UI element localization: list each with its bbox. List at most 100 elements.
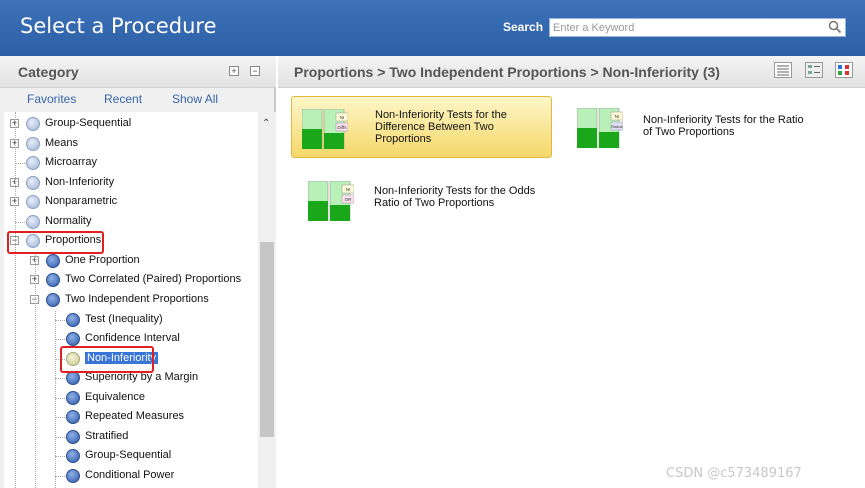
node-ball-icon — [26, 136, 40, 151]
procedure-title-line: Ratio of Two Proportions — [374, 197, 495, 209]
tree-item[interactable]: Microarray — [4, 154, 258, 173]
search-label: Search — [503, 20, 544, 34]
node-ball-icon — [66, 351, 80, 366]
node-ball-icon — [66, 410, 80, 425]
expand-all-button[interactable]: + — [229, 66, 239, 76]
tab-show-all[interactable]: Show All — [172, 92, 218, 106]
procedure-tag-2: OR — [345, 197, 353, 202]
node-ball-icon — [66, 449, 80, 464]
procedure-item[interactable]: NI OR Non-Inferiority Tests for the Odds… — [298, 169, 559, 231]
procedure-thumbnail-icon: NI OR — [308, 181, 354, 221]
node-ball-icon — [26, 117, 40, 131]
tree-item-label: Test (Inequality) — [85, 312, 163, 325]
tree-guide-line — [35, 251, 36, 488]
node-ball-icon — [26, 156, 40, 171]
node-ball-icon — [66, 390, 80, 405]
node-ball-icon — [46, 273, 60, 288]
category-tree: + Group-Sequential + Means Microarray + Non-In… — [4, 112, 258, 488]
tree-item[interactable]: + Means — [4, 135, 258, 154]
tree-item[interactable]: Conditional Power — [4, 467, 258, 486]
node-ball-icon — [26, 234, 40, 249]
scroll-up-icon[interactable]: ⌃ — [262, 118, 270, 129]
tree-item-label: Confidence Interval — [85, 332, 180, 345]
procedure-list: NI Diffs Non-Inferiority Tests for the D… — [278, 89, 865, 488]
procedure-header: Proportions > Two Independent Proportion… — [278, 56, 865, 88]
search-icon[interactable] — [828, 20, 842, 34]
node-ball-icon — [26, 214, 40, 229]
tree-item-label: Non-Inferiority — [45, 175, 115, 188]
tree-item-label: Two Independent Proportions — [65, 292, 209, 305]
procedure-tag-2: Ratios — [611, 124, 622, 129]
procedure-tag-1: NI — [615, 114, 620, 119]
watermark: CSDN @c573489167 — [666, 466, 802, 481]
header-bar: Select a Procedure Search — [0, 0, 865, 56]
procedure-title-line: Non-Inferiority Tests for the Odds — [374, 185, 536, 197]
breadcrumb: Proportions > Two Independent Proportion… — [294, 64, 720, 80]
procedure-tag-2: Diffs — [338, 125, 348, 130]
tree-item[interactable]: Group-Sequential — [4, 447, 258, 466]
tree-item[interactable]: Superiority by a Margin — [4, 369, 258, 388]
search-input[interactable] — [549, 18, 846, 37]
tree-scrollbar[interactable]: ⌃ — [258, 112, 276, 488]
node-ball-icon — [66, 371, 80, 386]
tree-item[interactable]: Test (Inequality) — [4, 311, 258, 330]
tree-item[interactable]: − Two Independent Proportions — [4, 291, 258, 310]
tree-item[interactable]: + Nonparametric — [4, 193, 258, 212]
tree-item-label: Non-Inferiority — [85, 351, 159, 364]
tree-item-label: Normality — [45, 214, 92, 227]
collapse-all-button[interactable]: − — [250, 66, 260, 76]
node-ball-icon — [46, 253, 60, 268]
tree-item[interactable]: − Proportions — [4, 232, 258, 251]
node-ball-icon — [66, 312, 80, 327]
chart-view-icon[interactable] — [835, 62, 853, 78]
node-ball-icon — [66, 332, 80, 347]
tree-item-label: Means — [45, 136, 79, 149]
tree-item[interactable]: + Two Correlated (Paired) Proportions — [4, 271, 258, 290]
procedure-title-line: Proportions — [375, 133, 432, 145]
tree-item[interactable]: + One Proportion — [4, 252, 258, 271]
tree-item[interactable]: Normality — [4, 213, 258, 232]
procedure-thumbnail-icon: NI Ratios — [577, 108, 623, 148]
tree-item-label: Superiority by a Margin — [85, 371, 199, 384]
tree-item[interactable]: Non-Inferiority — [4, 350, 258, 369]
node-ball-icon — [26, 195, 40, 210]
procedure-tag-1: NI — [346, 187, 351, 192]
tree-item-label: Equivalence — [85, 390, 145, 403]
procedure-title-line: Difference Between Two — [375, 121, 494, 133]
tab-recent[interactable]: Recent — [104, 92, 142, 106]
node-ball-icon — [46, 292, 60, 307]
list-view-icon[interactable] — [774, 62, 792, 78]
tree-item[interactable]: + Group-Sequential — [4, 115, 258, 134]
tree-item-label: Group-Sequential — [85, 449, 172, 462]
tree-item-label: One Proportion — [65, 253, 140, 266]
tree-item[interactable]: Stratified — [4, 428, 258, 447]
node-ball-icon — [66, 468, 80, 483]
procedure-title-line: of Two Proportions — [643, 126, 735, 138]
tree-item-label: Microarray — [45, 156, 97, 169]
detail-view-icon[interactable] — [805, 62, 823, 78]
tree-guide-line — [15, 112, 16, 488]
tree-item-label: Nonparametric — [45, 195, 118, 208]
procedure-title-line: Non-Inferiority Tests for the Ratio — [643, 114, 804, 126]
node-ball-icon — [66, 429, 80, 444]
procedure-item[interactable]: NI Diffs Non-Inferiority Tests for the D… — [291, 96, 552, 158]
procedure-title: Non-Inferiority Tests for the Odds Ratio… — [374, 185, 554, 209]
category-title: Category — [18, 64, 79, 80]
tree-item[interactable]: Confidence Interval — [4, 330, 258, 349]
category-header: Category + − — [0, 56, 276, 88]
procedure-item[interactable]: NI Ratios Non-Inferiority Tests for the … — [567, 96, 828, 158]
tab-favorites[interactable]: Favorites — [27, 92, 76, 106]
tree-item-label: Stratified — [85, 429, 129, 442]
page-title: Select a Procedure — [20, 14, 217, 38]
tree-guide-line — [55, 310, 56, 488]
procedure-thumbnail-icon: NI Diffs — [302, 109, 348, 149]
tree-item[interactable]: Equivalence — [4, 389, 258, 408]
tree-item-label: Two Correlated (Paired) Proportions — [65, 273, 242, 286]
tree-item-label: Repeated Measures — [85, 410, 185, 423]
tree-item[interactable]: Repeated Measures — [4, 408, 258, 427]
tree-item[interactable]: + Non-Inferiority — [4, 174, 258, 193]
tree-item-label: Group-Sequential — [45, 117, 132, 129]
category-tabs: Favorites Recent Show All — [0, 89, 276, 109]
scrollbar-thumb[interactable] — [260, 242, 274, 437]
procedure-tag-1: NI — [340, 115, 345, 120]
